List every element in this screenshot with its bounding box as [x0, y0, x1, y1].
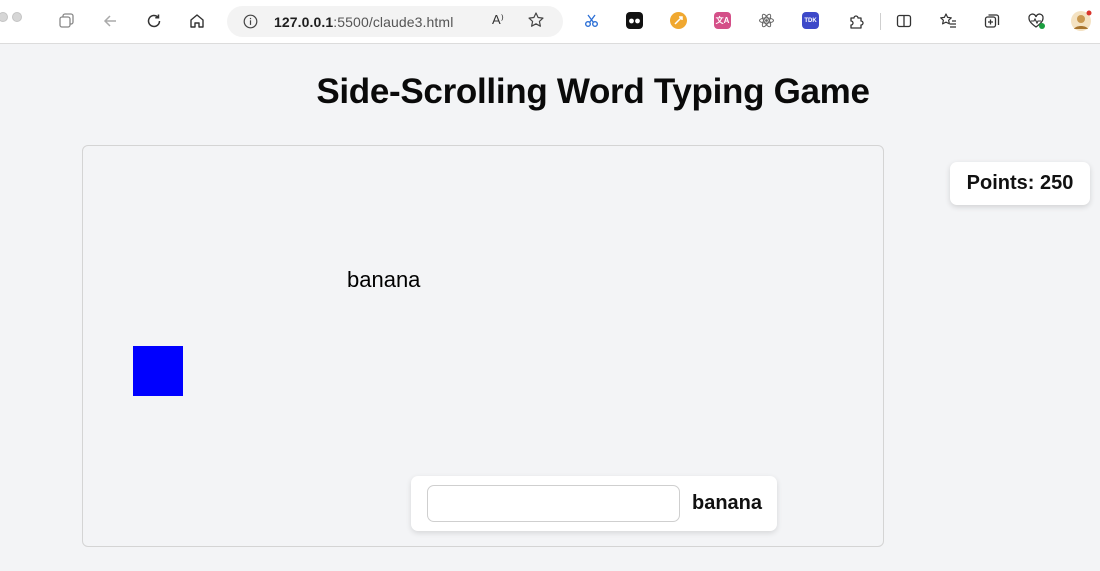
falling-word: banana	[347, 267, 421, 292]
profile-avatar-icon[interactable]	[1070, 10, 1092, 32]
orange-extension-icon[interactable]	[670, 12, 687, 29]
refresh-icon[interactable]	[143, 10, 165, 32]
browser-toolbar: 127.0.0.1:5500/claude3.html A⁾ 文A TDK	[0, 0, 1100, 44]
extensions-puzzle-icon[interactable]	[845, 10, 867, 32]
address-bar[interactable]: 127.0.0.1:5500/claude3.html A⁾	[227, 6, 563, 37]
split-screen-icon[interactable]	[893, 10, 915, 32]
favorites-list-icon[interactable]	[937, 10, 959, 32]
target-word-label: banana	[692, 492, 763, 514]
favorite-star-icon[interactable]	[527, 11, 545, 34]
window-minimize-button[interactable]	[12, 12, 22, 22]
game-area: banana banana	[82, 145, 884, 547]
tdk-extension-icon[interactable]: TDK	[802, 12, 819, 29]
toolbar-divider	[880, 13, 881, 30]
page-title: Side-Scrolling Word Typing Game	[316, 72, 870, 111]
collections-icon[interactable]	[981, 10, 1003, 32]
typing-panel: banana	[411, 476, 777, 531]
read-aloud-icon[interactable]: A⁾	[492, 12, 504, 28]
home-icon[interactable]	[186, 10, 208, 32]
points-display: Points: 250	[950, 162, 1090, 205]
typing-input[interactable]	[427, 485, 680, 522]
scissors-extension-icon[interactable]	[583, 12, 600, 29]
tab-actions-icon[interactable]	[56, 10, 78, 32]
url-host: 127.0.0.1	[274, 14, 334, 30]
back-arrow-icon[interactable]	[99, 10, 121, 32]
url-path: :5500/claude3.html	[333, 14, 454, 30]
glasses-extension-icon[interactable]	[626, 12, 643, 29]
site-info-icon[interactable]	[243, 14, 258, 34]
window-close-button[interactable]	[0, 12, 8, 22]
address-url: 127.0.0.1:5500/claude3.html	[274, 14, 453, 30]
performance-heart-icon[interactable]	[1025, 10, 1047, 32]
translate-extension-icon[interactable]: 文A	[714, 12, 731, 29]
player-block	[133, 346, 183, 396]
atom-extension-icon[interactable]	[758, 12, 775, 29]
